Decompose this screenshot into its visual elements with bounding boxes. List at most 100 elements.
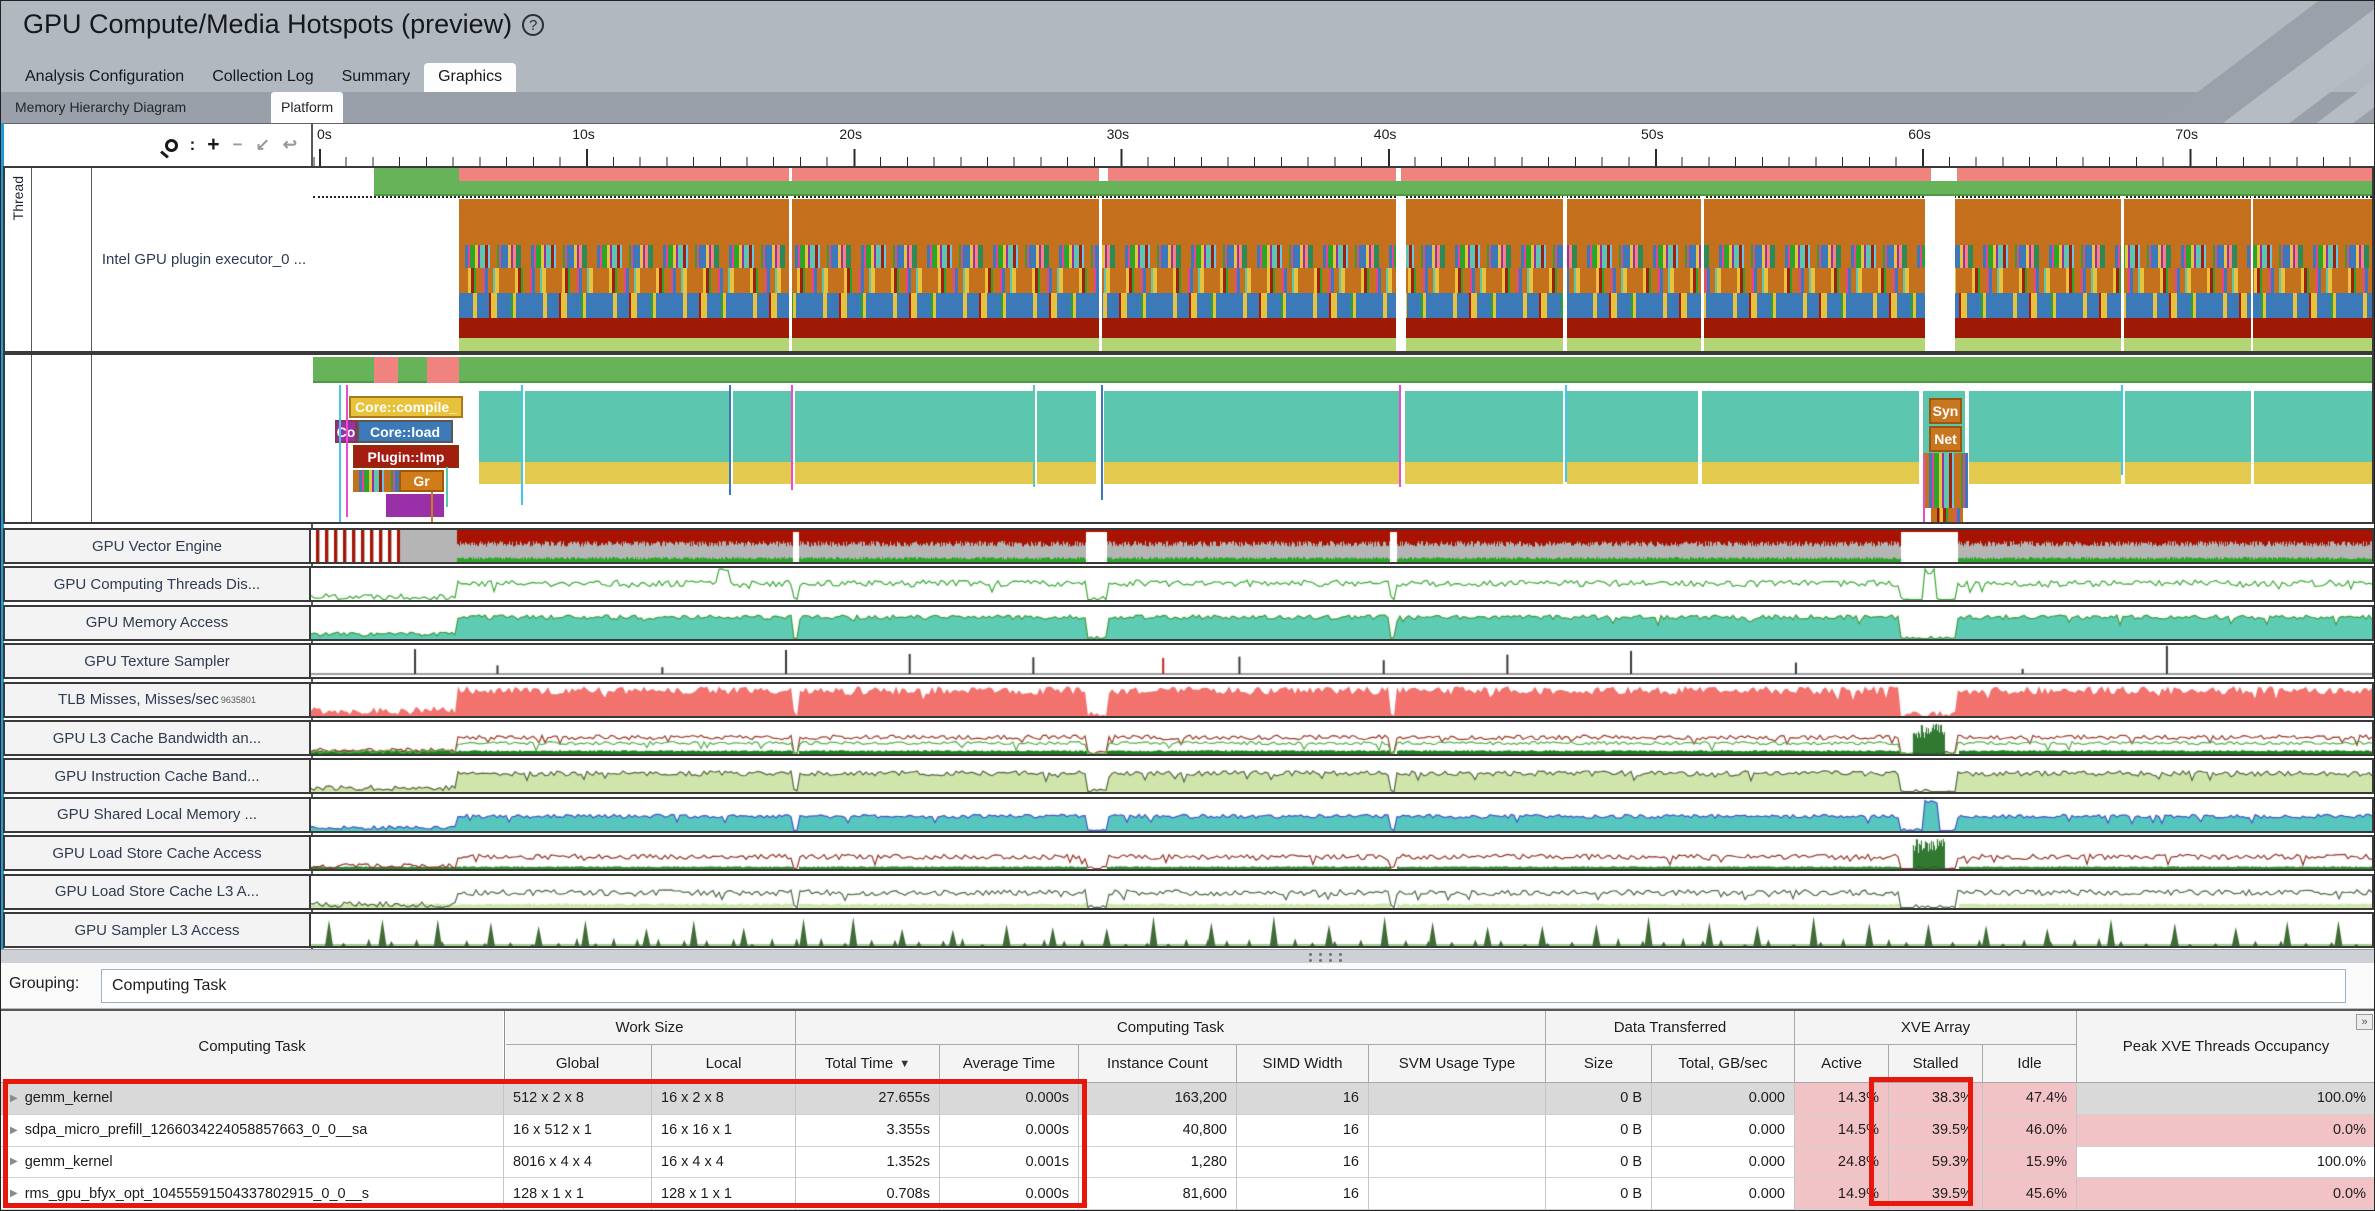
cell-local[interactable]: 128 x 1 x 1 — [652, 1178, 796, 1210]
track-chart-11[interactable] — [311, 914, 2372, 946]
cell-stalled[interactable]: 39.5% — [1889, 1178, 1983, 1210]
row-expander-icon[interactable]: ▶ — [10, 1188, 18, 1199]
task-block-gr[interactable]: Gr — [399, 470, 444, 492]
cell-svm[interactable] — [1369, 1115, 1546, 1147]
cell-local[interactable]: 16 x 16 x 1 — [652, 1115, 796, 1147]
cell-instances[interactable]: 1,280 — [1079, 1147, 1237, 1179]
cell-total[interactable]: 0.708s — [796, 1178, 940, 1210]
cell-local[interactable]: 16 x 2 x 8 — [652, 1083, 796, 1115]
cell-simd[interactable]: 16 — [1237, 1147, 1369, 1179]
cell-idle[interactable]: 47.4% — [1983, 1083, 2077, 1115]
tab-graphics[interactable]: Graphics — [424, 63, 516, 92]
task-block-syn[interactable]: Syn — [1929, 398, 1962, 424]
cell-stalled[interactable]: 59.3% — [1889, 1147, 1983, 1179]
undo-zoom-icon[interactable]: ↩ — [283, 135, 297, 155]
cell-peak[interactable]: 100.0% — [2077, 1147, 2375, 1179]
column-header-size[interactable]: Size — [1546, 1045, 1652, 1083]
cell-gbsec[interactable]: 0.000 — [1652, 1083, 1795, 1115]
cell-instances[interactable]: 40,800 — [1079, 1115, 1237, 1147]
cell-simd[interactable]: 16 — [1237, 1115, 1369, 1147]
column-header-average-time[interactable]: Average Time — [940, 1045, 1079, 1083]
cell-local[interactable]: 16 x 4 x 4 — [652, 1147, 796, 1179]
thread1-chart[interactable] — [313, 168, 2372, 351]
tab-platform[interactable]: Platform — [271, 92, 343, 123]
metric-track-row[interactable]: GPU Load Store Cache L3 A... — [3, 874, 2374, 910]
thread-row-gpu-plugin[interactable]: Thread Intel GPU plugin executor_0 ... — [3, 166, 2374, 353]
task-block-core-compile[interactable]: Core::compile_ — [349, 396, 463, 418]
cell-size[interactable]: 0 B — [1546, 1115, 1652, 1147]
zoom-to-selection-icon[interactable]: ↙ — [256, 135, 270, 155]
cell-avg[interactable]: 0.000s — [940, 1178, 1079, 1210]
splitter-handle[interactable] — [1309, 953, 1349, 962]
metric-track-row[interactable]: GPU Sampler L3 Access — [3, 912, 2374, 948]
metric-track-row[interactable]: GPU Vector Engine — [3, 528, 2374, 564]
cell-peak[interactable]: 0.0% — [2077, 1178, 2375, 1210]
cell-stalled[interactable]: 39.5% — [1889, 1115, 1983, 1147]
cell-global[interactable]: 16 x 512 x 1 — [504, 1115, 652, 1147]
cell-stalled[interactable]: 38.3% — [1889, 1083, 1983, 1115]
metric-track-row[interactable]: GPU Computing Threads Dis... — [3, 566, 2374, 602]
zoom-in-icon[interactable]: + — [207, 133, 219, 157]
cell-gbsec[interactable]: 0.000 — [1652, 1178, 1795, 1210]
column-header-stalled[interactable]: Stalled — [1889, 1045, 1983, 1083]
cell-total[interactable]: 3.355s — [796, 1115, 940, 1147]
cell-idle[interactable]: 46.0% — [1983, 1115, 2077, 1147]
table-row-task[interactable]: ▶gemm_kernel — [1, 1083, 504, 1115]
tab-summary[interactable]: Summary — [328, 63, 424, 92]
row-expander-icon[interactable]: ▶ — [10, 1125, 18, 1136]
thread2-chart[interactable]: Core::compile_ Co Core::load Plugin::Imp… — [313, 355, 2372, 522]
column-header-peak-occupancy[interactable]: Peak XVE Threads Occupancy — [2077, 1011, 2375, 1083]
column-header-total-time[interactable]: Total Time▼ — [796, 1045, 940, 1083]
cell-gbsec[interactable]: 0.000 — [1652, 1115, 1795, 1147]
cell-avg[interactable]: 0.001s — [940, 1147, 1079, 1179]
group-header-computing-task[interactable]: Computing Task — [796, 1011, 1546, 1045]
metric-track-row[interactable]: GPU Shared Local Memory ... — [3, 797, 2374, 833]
column-header-simd-width[interactable]: SIMD Width — [1237, 1045, 1369, 1083]
cell-global[interactable]: 512 x 2 x 8 — [504, 1083, 652, 1115]
cell-idle[interactable]: 15.9% — [1983, 1147, 2077, 1179]
track-chart-9[interactable] — [311, 837, 2372, 869]
timeline-ruler[interactable]: 0s10s20s30s40s50s60s70s — [313, 124, 2375, 166]
row-expander-icon[interactable]: ▶ — [10, 1156, 18, 1167]
task-block-core-load[interactable]: Core::load — [357, 420, 453, 443]
thread-row-2[interactable]: Core::compile_ Co Core::load Plugin::Imp… — [3, 353, 2374, 524]
track-chart-3[interactable] — [311, 607, 2372, 639]
cell-instances[interactable]: 163,200 — [1079, 1083, 1237, 1115]
cell-peak[interactable]: 0.0% — [2077, 1115, 2375, 1147]
column-header-total-gb-sec[interactable]: Total, GB/sec — [1652, 1045, 1795, 1083]
cell-total[interactable]: 27.655s — [796, 1083, 940, 1115]
cell-active[interactable]: 14.3% — [1795, 1083, 1889, 1115]
cell-active[interactable]: 24.8% — [1795, 1147, 1889, 1179]
cell-size[interactable]: 0 B — [1546, 1178, 1652, 1210]
row-expander-icon[interactable]: ▶ — [10, 1093, 18, 1104]
cell-active[interactable]: 14.5% — [1795, 1115, 1889, 1147]
track-chart-4[interactable] — [311, 645, 2372, 677]
track-chart-1[interactable] — [311, 530, 2372, 562]
column-header-active[interactable]: Active — [1795, 1045, 1889, 1083]
group-header-work-size[interactable]: Work Size — [504, 1011, 796, 1045]
grouping-select[interactable]: Computing Task — [101, 969, 2346, 1003]
metric-track-row[interactable]: GPU Memory Access — [3, 605, 2374, 641]
column-header-global[interactable]: Global — [504, 1045, 652, 1083]
table-row-task[interactable]: ▶gemm_kernel — [1, 1147, 504, 1179]
column-header-local[interactable]: Local — [652, 1045, 796, 1083]
column-header-idle[interactable]: Idle — [1983, 1045, 2077, 1083]
cell-idle[interactable]: 45.6% — [1983, 1178, 2077, 1210]
track-chart-10[interactable] — [311, 876, 2372, 908]
cell-avg[interactable]: 0.000s — [940, 1115, 1079, 1147]
task-block-net[interactable]: Net — [1929, 426, 1962, 452]
metric-track-row[interactable]: GPU Load Store Cache Access — [3, 835, 2374, 871]
group-header-xve-array[interactable]: XVE Array — [1795, 1011, 2077, 1045]
track-chart-6[interactable] — [311, 722, 2372, 754]
help-icon[interactable]: ? — [522, 14, 544, 36]
cell-global[interactable]: 128 x 1 x 1 — [504, 1178, 652, 1210]
cell-simd[interactable]: 16 — [1237, 1178, 1369, 1210]
metric-track-row[interactable]: GPU Instruction Cache Band... — [3, 758, 2374, 794]
group-header-data-transferred[interactable]: Data Transferred — [1546, 1011, 1795, 1045]
more-columns-button[interactable]: » — [2356, 1014, 2373, 1030]
column-header-svm-usage-type[interactable]: SVM Usage Type — [1369, 1045, 1546, 1083]
cell-avg[interactable]: 0.000s — [940, 1083, 1079, 1115]
cell-global[interactable]: 8016 x 4 x 4 — [504, 1147, 652, 1179]
cell-instances[interactable]: 81,600 — [1079, 1178, 1237, 1210]
metric-track-row[interactable]: GPU Texture Sampler — [3, 643, 2374, 679]
